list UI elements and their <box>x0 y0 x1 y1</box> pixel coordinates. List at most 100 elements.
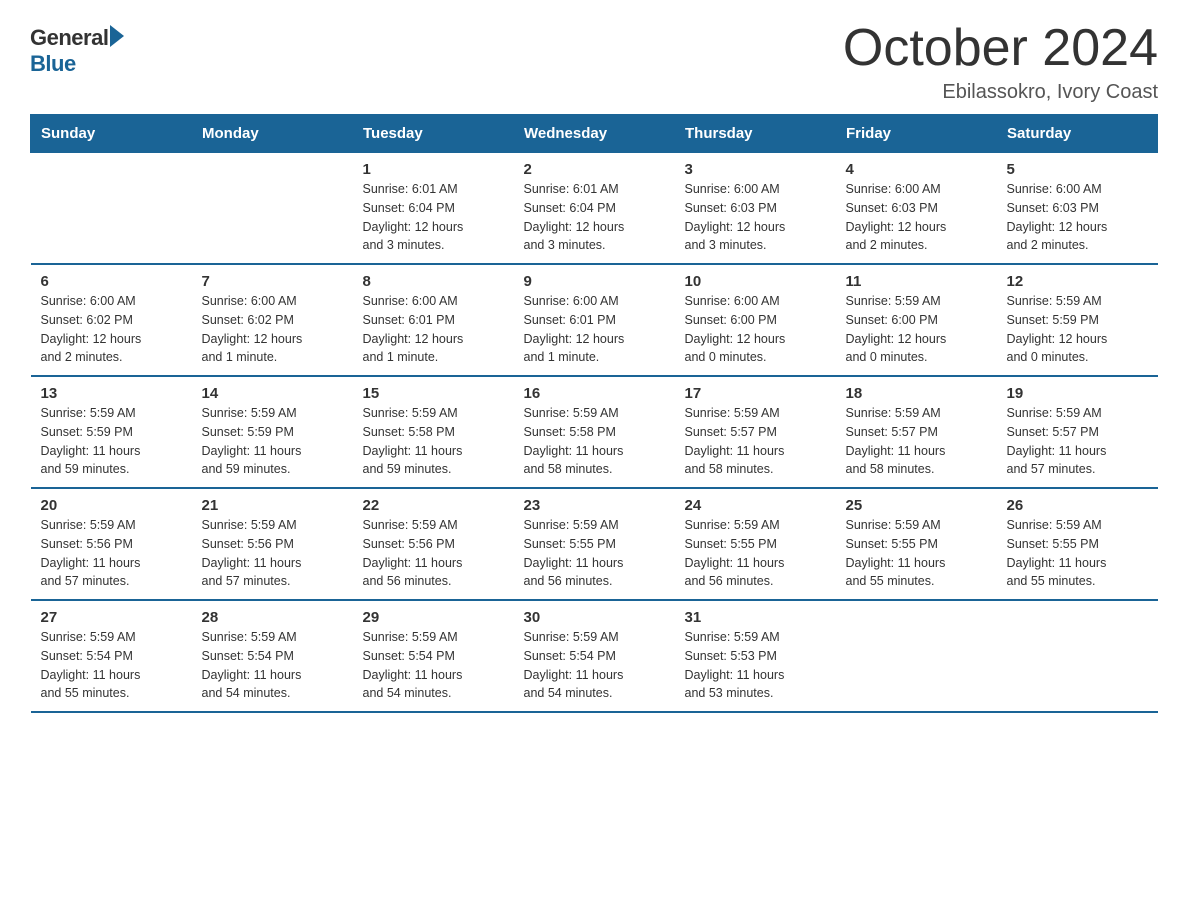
day-info: Sunrise: 6:00 AM Sunset: 6:02 PM Dayligh… <box>41 292 182 367</box>
day-number: 20 <box>41 497 182 514</box>
day-number: 27 <box>41 609 182 626</box>
page-title: October 2024 <box>843 20 1158 77</box>
calendar-cell: 9 Sunrise: 6:00 AM Sunset: 6:01 PM Daylig… <box>514 264 675 376</box>
calendar-cell: 10 Sunrise: 6:00 AM Sunset: 6:00 PM Dayli… <box>675 264 836 376</box>
day-number: 4 <box>846 161 987 178</box>
calendar-cell: 6 Sunrise: 6:00 AM Sunset: 6:02 PM Daylig… <box>31 264 192 376</box>
logo-general-text: General <box>30 25 108 51</box>
day-number: 14 <box>202 385 343 402</box>
calendar-cell: 4 Sunrise: 6:00 AM Sunset: 6:03 PM Daylig… <box>836 153 997 265</box>
calendar-cell: 25 Sunrise: 5:59 AM Sunset: 5:55 PM Dayli… <box>836 488 997 600</box>
week-row-1: 1 Sunrise: 6:01 AM Sunset: 6:04 PM Daylig… <box>31 153 1158 265</box>
week-row-3: 13 Sunrise: 5:59 AM Sunset: 5:59 PM Dayli… <box>31 376 1158 488</box>
day-info: Sunrise: 6:00 AM Sunset: 6:02 PM Dayligh… <box>202 292 343 367</box>
calendar-cell: 23 Sunrise: 5:59 AM Sunset: 5:55 PM Dayli… <box>514 488 675 600</box>
day-info: Sunrise: 6:00 AM Sunset: 6:01 PM Dayligh… <box>524 292 665 367</box>
day-number: 23 <box>524 497 665 514</box>
day-number: 25 <box>846 497 987 514</box>
day-info: Sunrise: 5:59 AM Sunset: 5:58 PM Dayligh… <box>363 404 504 479</box>
calendar-cell: 8 Sunrise: 6:00 AM Sunset: 6:01 PM Daylig… <box>353 264 514 376</box>
calendar-cell: 30Sunrise: 5:59 AM Sunset: 5:54 PM Dayli… <box>514 600 675 712</box>
day-info: Sunrise: 5:59 AM Sunset: 5:55 PM Dayligh… <box>685 516 826 591</box>
day-info: Sunrise: 5:59 AM Sunset: 5:56 PM Dayligh… <box>202 516 343 591</box>
calendar-cell: 11 Sunrise: 5:59 AM Sunset: 6:00 PM Dayli… <box>836 264 997 376</box>
day-info: Sunrise: 5:59 AM Sunset: 5:58 PM Dayligh… <box>524 404 665 479</box>
page-subtitle: Ebilassokro, Ivory Coast <box>843 81 1158 104</box>
day-info: Sunrise: 5:59 AM Sunset: 5:55 PM Dayligh… <box>524 516 665 591</box>
day-info: Sunrise: 6:00 AM Sunset: 6:00 PM Dayligh… <box>685 292 826 367</box>
calendar-cell: 3Sunrise: 6:00 AM Sunset: 6:03 PM Daylig… <box>675 153 836 265</box>
day-info: Sunrise: 5:59 AM Sunset: 5:54 PM Dayligh… <box>41 628 182 703</box>
title-section: October 2024 Ebilassokro, Ivory Coast <box>843 20 1158 104</box>
logo-arrow-icon <box>110 25 124 47</box>
header-row: SundayMondayTuesdayWednesdayThursdayFrid… <box>31 115 1158 153</box>
day-info: Sunrise: 5:59 AM Sunset: 5:54 PM Dayligh… <box>202 628 343 703</box>
column-header-wednesday: Wednesday <box>514 115 675 153</box>
day-info: Sunrise: 6:01 AM Sunset: 6:04 PM Dayligh… <box>363 180 504 255</box>
day-number: 8 <box>363 273 504 290</box>
day-info: Sunrise: 5:59 AM Sunset: 6:00 PM Dayligh… <box>846 292 987 367</box>
calendar-cell: 2Sunrise: 6:01 AM Sunset: 6:04 PM Daylig… <box>514 153 675 265</box>
day-number: 16 <box>524 385 665 402</box>
column-header-monday: Monday <box>192 115 353 153</box>
day-number: 1 <box>363 161 504 178</box>
day-number: 6 <box>41 273 182 290</box>
day-info: Sunrise: 5:59 AM Sunset: 5:56 PM Dayligh… <box>41 516 182 591</box>
day-info: Sunrise: 6:00 AM Sunset: 6:03 PM Dayligh… <box>685 180 826 255</box>
column-header-thursday: Thursday <box>675 115 836 153</box>
calendar-cell: 29Sunrise: 5:59 AM Sunset: 5:54 PM Dayli… <box>353 600 514 712</box>
day-number: 9 <box>524 273 665 290</box>
calendar-body: 1 Sunrise: 6:01 AM Sunset: 6:04 PM Daylig… <box>31 153 1158 713</box>
day-number: 24 <box>685 497 826 514</box>
calendar-cell: 26 Sunrise: 5:59 AM Sunset: 5:55 PM Dayli… <box>997 488 1158 600</box>
column-header-friday: Friday <box>836 115 997 153</box>
day-info: Sunrise: 6:00 AM Sunset: 6:03 PM Dayligh… <box>846 180 987 255</box>
calendar-cell: 22Sunrise: 5:59 AM Sunset: 5:56 PM Dayli… <box>353 488 514 600</box>
calendar-cell: 20 Sunrise: 5:59 AM Sunset: 5:56 PM Dayli… <box>31 488 192 600</box>
calendar-cell: 28 Sunrise: 5:59 AM Sunset: 5:54 PM Dayli… <box>192 600 353 712</box>
day-info: Sunrise: 5:59 AM Sunset: 5:57 PM Dayligh… <box>685 404 826 479</box>
day-info: Sunrise: 6:00 AM Sunset: 6:03 PM Dayligh… <box>1007 180 1148 255</box>
calendar-cell: 15Sunrise: 5:59 AM Sunset: 5:58 PM Dayli… <box>353 376 514 488</box>
calendar-cell: 7 Sunrise: 6:00 AM Sunset: 6:02 PM Daylig… <box>192 264 353 376</box>
calendar-cell: 12Sunrise: 5:59 AM Sunset: 5:59 PM Dayli… <box>997 264 1158 376</box>
calendar-cell: 17 Sunrise: 5:59 AM Sunset: 5:57 PM Dayli… <box>675 376 836 488</box>
day-number: 28 <box>202 609 343 626</box>
page-header: General Blue October 2024 Ebilassokro, I… <box>30 20 1158 104</box>
day-number: 31 <box>685 609 826 626</box>
calendar-cell: 14Sunrise: 5:59 AM Sunset: 5:59 PM Dayli… <box>192 376 353 488</box>
week-row-2: 6 Sunrise: 6:00 AM Sunset: 6:02 PM Daylig… <box>31 264 1158 376</box>
day-number: 21 <box>202 497 343 514</box>
day-info: Sunrise: 6:01 AM Sunset: 6:04 PM Dayligh… <box>524 180 665 255</box>
day-info: Sunrise: 5:59 AM Sunset: 5:55 PM Dayligh… <box>846 516 987 591</box>
day-info: Sunrise: 5:59 AM Sunset: 5:55 PM Dayligh… <box>1007 516 1148 591</box>
day-number: 11 <box>846 273 987 290</box>
day-number: 13 <box>41 385 182 402</box>
day-number: 10 <box>685 273 826 290</box>
column-header-tuesday: Tuesday <box>353 115 514 153</box>
day-number: 17 <box>685 385 826 402</box>
week-row-4: 20 Sunrise: 5:59 AM Sunset: 5:56 PM Dayli… <box>31 488 1158 600</box>
calendar-table: SundayMondayTuesdayWednesdayThursdayFrid… <box>30 114 1158 713</box>
calendar-cell: 1 Sunrise: 6:01 AM Sunset: 6:04 PM Daylig… <box>353 153 514 265</box>
calendar-cell: 16 Sunrise: 5:59 AM Sunset: 5:58 PM Dayli… <box>514 376 675 488</box>
calendar-cell: 21 Sunrise: 5:59 AM Sunset: 5:56 PM Dayli… <box>192 488 353 600</box>
day-number: 19 <box>1007 385 1148 402</box>
logo-blue-text: Blue <box>30 51 76 77</box>
day-number: 7 <box>202 273 343 290</box>
column-header-sunday: Sunday <box>31 115 192 153</box>
day-number: 29 <box>363 609 504 626</box>
calendar-cell: 19 Sunrise: 5:59 AM Sunset: 5:57 PM Dayli… <box>997 376 1158 488</box>
day-number: 30 <box>524 609 665 626</box>
day-number: 22 <box>363 497 504 514</box>
calendar-cell: 5Sunrise: 6:00 AM Sunset: 6:03 PM Daylig… <box>997 153 1158 265</box>
calendar-cell: 13 Sunrise: 5:59 AM Sunset: 5:59 PM Dayli… <box>31 376 192 488</box>
calendar-cell <box>192 153 353 265</box>
day-info: Sunrise: 5:59 AM Sunset: 5:59 PM Dayligh… <box>41 404 182 479</box>
day-info: Sunrise: 6:00 AM Sunset: 6:01 PM Dayligh… <box>363 292 504 367</box>
day-info: Sunrise: 5:59 AM Sunset: 5:57 PM Dayligh… <box>1007 404 1148 479</box>
calendar-cell: 31Sunrise: 5:59 AM Sunset: 5:53 PM Dayli… <box>675 600 836 712</box>
day-number: 26 <box>1007 497 1148 514</box>
calendar-cell <box>836 600 997 712</box>
day-info: Sunrise: 5:59 AM Sunset: 5:59 PM Dayligh… <box>1007 292 1148 367</box>
